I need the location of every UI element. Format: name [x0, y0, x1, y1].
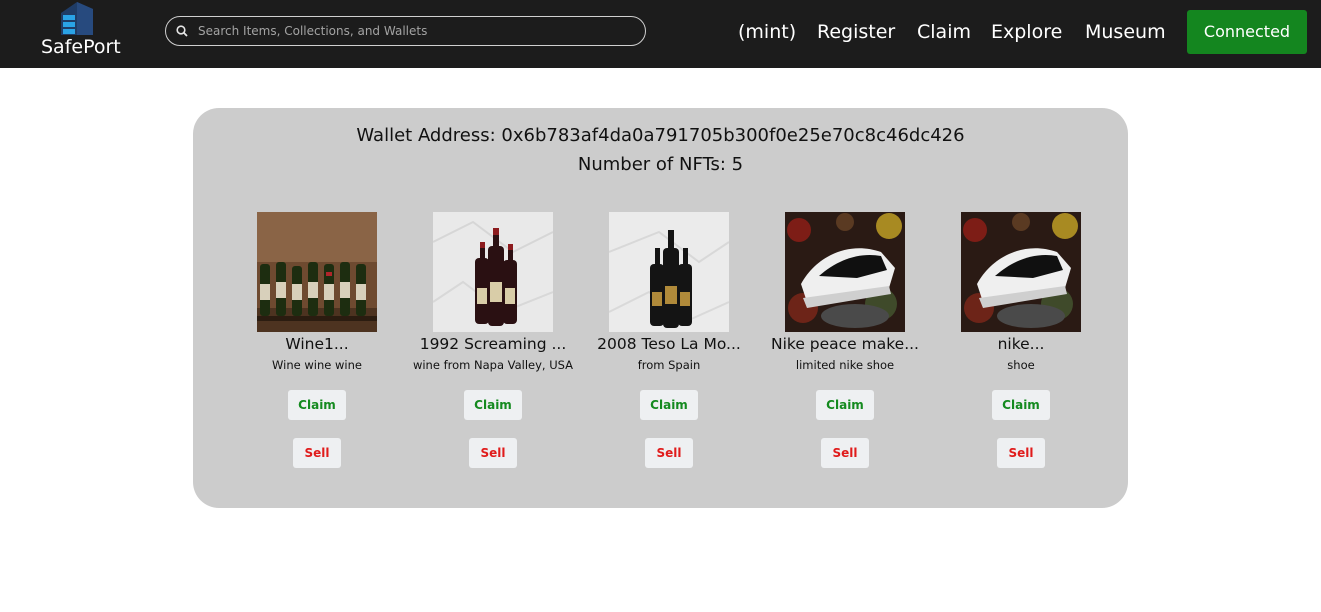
claim-button[interactable]: Claim — [464, 390, 522, 420]
sell-button[interactable]: Sell — [645, 438, 693, 468]
nft-card: 1992 Screaming ... wine from Napa Valley… — [413, 212, 573, 482]
nft-card: 2008 Teso La Mo... from Spain Claim Sell — [597, 212, 741, 482]
sell-button[interactable]: Sell — [821, 438, 869, 468]
nav-register[interactable]: Register — [817, 19, 895, 45]
nav-mint[interactable]: (mint) — [738, 19, 796, 45]
wallet-address: Wallet Address: 0x6b783af4da0a791705b300… — [356, 125, 965, 146]
wallet-card: Wallet Address: 0x6b783af4da0a791705b300… — [193, 108, 1128, 508]
search-bar[interactable] — [165, 16, 646, 46]
nft-title[interactable]: nike... — [931, 335, 1111, 353]
claim-button[interactable]: Claim — [640, 390, 698, 420]
nft-description: from Spain — [637, 358, 701, 372]
claim-button[interactable]: Claim — [816, 390, 874, 420]
nft-count: Number of NFTs: 5 — [577, 154, 744, 175]
sell-button[interactable]: Sell — [293, 438, 341, 468]
nft-image-wine-shelf[interactable] — [257, 212, 377, 332]
nft-image-sneaker[interactable] — [961, 212, 1081, 332]
nft-card: nike... shoe Claim Sell — [951, 212, 1091, 482]
nft-image-wine-bottles[interactable] — [609, 212, 729, 332]
nav-museum[interactable]: Museum — [1085, 19, 1166, 45]
sell-button[interactable]: Sell — [469, 438, 517, 468]
search-input[interactable] — [198, 17, 628, 45]
navbar: SafePort (mint) Register Claim Explore M… — [0, 0, 1321, 68]
nav-explore[interactable]: Explore — [991, 19, 1062, 45]
nft-title[interactable]: Wine1... — [227, 335, 407, 353]
nft-description: Wine wine wine — [272, 358, 362, 372]
nft-description: shoe — [1007, 358, 1035, 372]
nft-card: Wine1... Wine wine wine Claim Sell — [247, 212, 387, 482]
nft-description: wine from Napa Valley, USA — [412, 358, 574, 372]
nft-image-sneaker[interactable] — [785, 212, 905, 332]
claim-button[interactable]: Claim — [992, 390, 1050, 420]
nft-card: Nike peace make... limited nike shoe Cla… — [771, 212, 919, 482]
building-icon — [61, 2, 93, 35]
brand-logo[interactable]: SafePort — [38, 0, 122, 68]
nft-title[interactable]: 1992 Screaming ... — [403, 335, 583, 353]
brand-name: SafePort — [41, 36, 121, 58]
sell-button[interactable]: Sell — [997, 438, 1045, 468]
nft-title[interactable]: Nike peace make... — [755, 335, 935, 353]
nft-description: limited nike shoe — [795, 358, 895, 372]
claim-button[interactable]: Claim — [288, 390, 346, 420]
nft-image-wine-bottles[interactable] — [433, 212, 553, 332]
nft-title[interactable]: 2008 Teso La Mo... — [579, 335, 759, 353]
search-icon — [176, 25, 188, 37]
nav-claim[interactable]: Claim — [917, 19, 971, 45]
connect-wallet-button[interactable]: Connected — [1187, 10, 1307, 54]
